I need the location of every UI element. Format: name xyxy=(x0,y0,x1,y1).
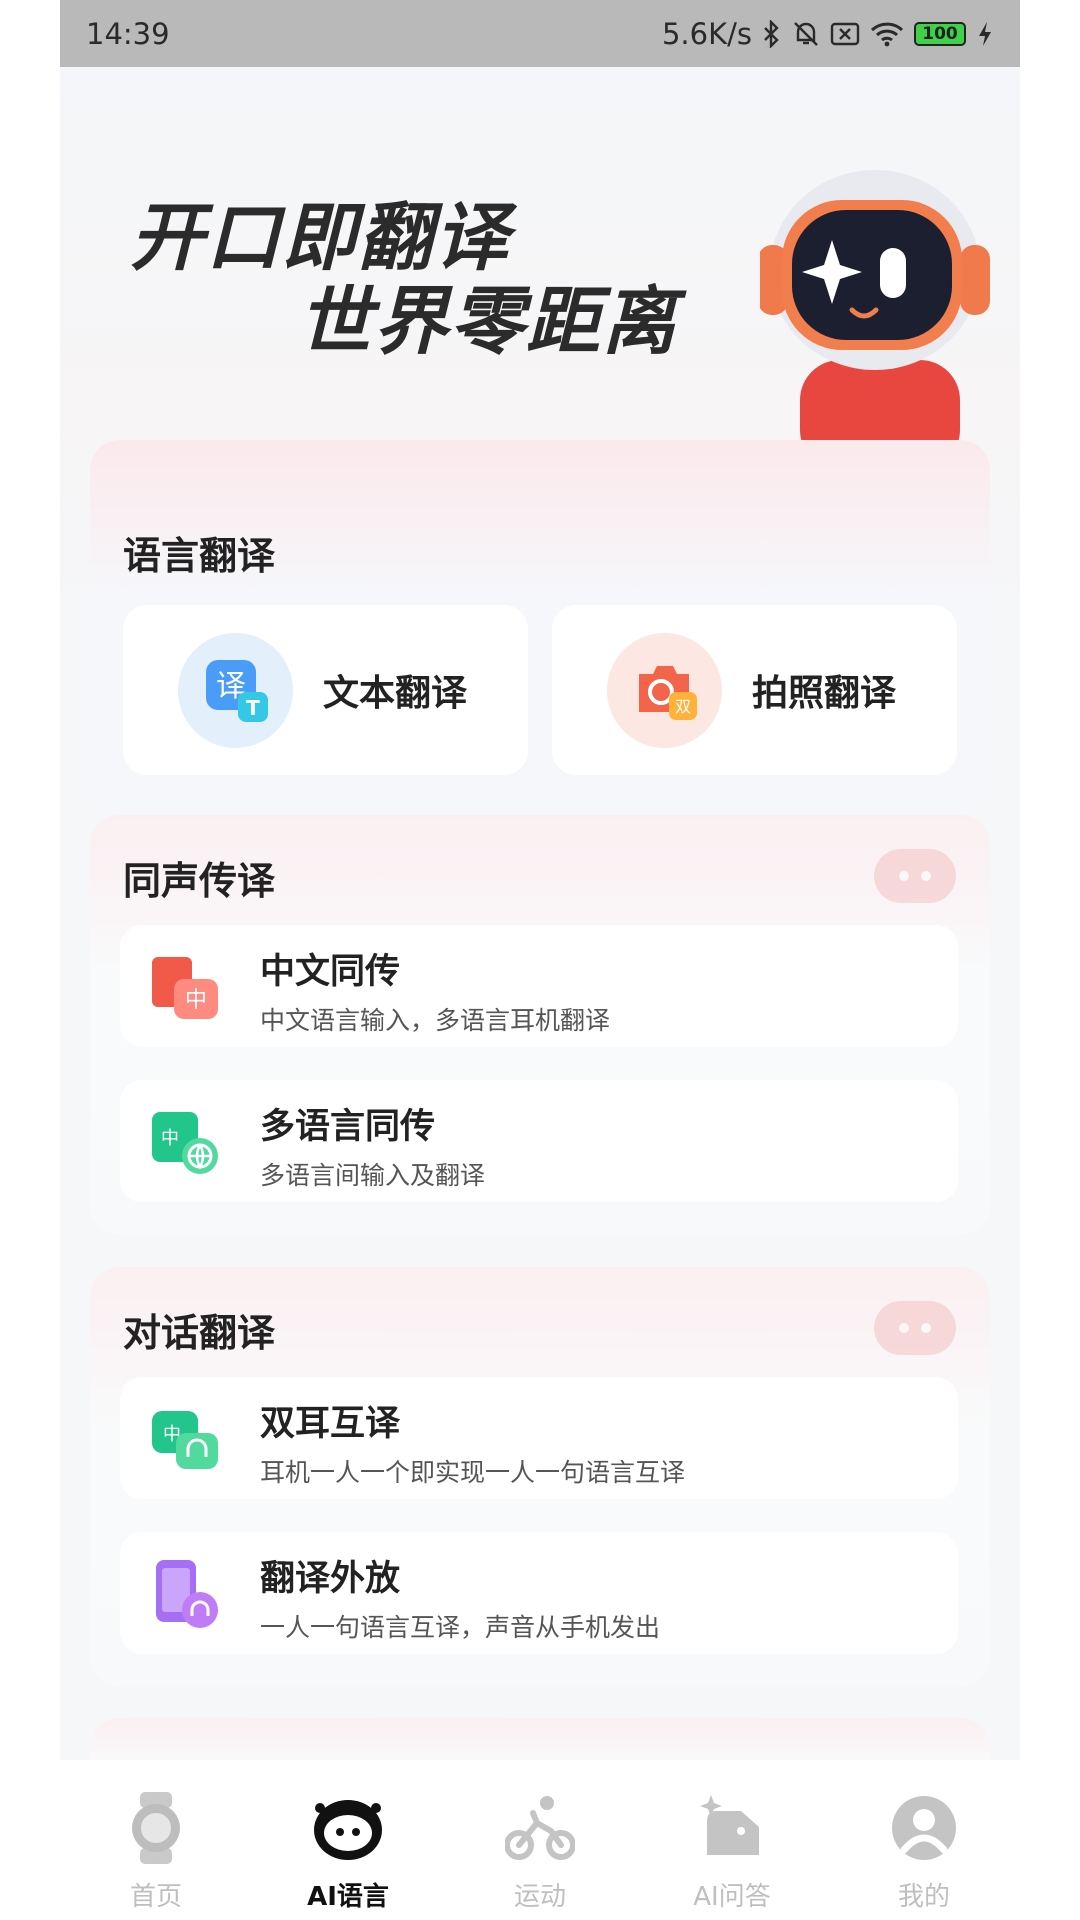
dual-earbud-icon: 中 xyxy=(152,1411,218,1469)
watch-icon xyxy=(118,1790,194,1866)
photo-translate-card[interactable]: 双 拍照翻译 xyxy=(552,605,957,775)
tab-home[interactable]: 首页 xyxy=(76,1790,236,1913)
chinese-simultaneous-icon: 中 xyxy=(152,957,218,1019)
item-title: 翻译外放 xyxy=(260,1559,401,1599)
tab-profile[interactable]: 我的 xyxy=(844,1790,1004,1913)
svg-text:双: 双 xyxy=(674,697,690,716)
camera-translate-icon: 双 xyxy=(607,632,722,748)
chat-bubble-decoration-icon xyxy=(874,849,956,903)
profile-icon xyxy=(886,1790,962,1866)
wifi-icon xyxy=(870,21,904,47)
network-speed: 5.6K/s xyxy=(661,16,752,51)
mute-bell-icon xyxy=(792,20,820,48)
text-translate-label: 文本翻译 xyxy=(323,673,468,714)
text-translate-icon: 译 T xyxy=(178,632,293,748)
item-description: 耳机一人一个即实现一人一句语言互译 xyxy=(260,1458,686,1487)
item-description: 中文语言输入，多语言耳机翻译 xyxy=(260,1006,611,1035)
language-translation-panel: 语言翻译 译 T 文本翻译 双 拍照翻译 xyxy=(90,440,990,815)
tab-label: 我的 xyxy=(897,1882,950,1912)
multilingual-simultaneous-item[interactable]: 中 多语言同传 多语言间输入及翻译 xyxy=(120,1080,958,1202)
tab-ai-qa[interactable]: AI问答 xyxy=(652,1790,812,1913)
robot-icon xyxy=(310,1790,386,1866)
multilingual-simultaneous-icon: 中 xyxy=(152,1112,218,1174)
status-icons: 5.6K/s 100 xyxy=(662,17,994,51)
speaker-translate-icon xyxy=(156,1560,218,1628)
hero-slogan-line2: 世界零距离 xyxy=(298,279,678,365)
tab-ai-language[interactable]: AI语言 xyxy=(268,1790,428,1913)
robot-mascot xyxy=(760,170,990,460)
app-screen: 14:39 5.6K/s 100 开口即翻译 世界零距离 语言翻译 译 T 文本… xyxy=(60,0,1020,1920)
item-description: 多语言间输入及翻译 xyxy=(260,1161,486,1190)
text-translate-card[interactable]: 译 T 文本翻译 xyxy=(123,605,528,775)
tab-sports[interactable]: 运动 xyxy=(460,1790,620,1913)
cycling-icon xyxy=(502,1790,578,1866)
dialogue-panel: 对话翻译 中 双耳互译 耳机一人一个即实现一人一句语言互译 翻译外放 一人一句语… xyxy=(90,1267,990,1687)
chat-bubble-decoration-icon xyxy=(874,1301,956,1355)
dual-earbud-item[interactable]: 中 双耳互译 耳机一人一个即实现一人一句语言互译 xyxy=(120,1377,958,1499)
item-title: 中文同传 xyxy=(260,952,401,992)
battery-indicator: 100 xyxy=(914,21,966,46)
item-title: 多语言同传 xyxy=(260,1107,436,1147)
bottom-tab-bar: 首页 AI语言 运动 AI问答 我的 xyxy=(60,1760,1020,1920)
item-description: 一人一句语言互译，声音从手机发出 xyxy=(260,1613,661,1642)
section-title-simultaneous: 同声传译 xyxy=(123,859,276,903)
photo-translate-label: 拍照翻译 xyxy=(752,673,897,714)
svg-text:T: T xyxy=(246,696,260,720)
svg-text:中: 中 xyxy=(161,1128,179,1149)
status-time: 14:39 xyxy=(86,16,170,51)
simultaneous-panel: 同声传译 中 中文同传 中文语言输入，多语言耳机翻译 中 多语言同传 多语言间输… xyxy=(90,815,990,1235)
tab-label: AI问答 xyxy=(693,1882,771,1912)
svg-text:中: 中 xyxy=(185,988,207,1013)
sim-off-icon xyxy=(830,21,860,47)
charging-icon xyxy=(976,20,994,48)
status-bar: 14:39 5.6K/s 100 xyxy=(60,0,1020,67)
tab-label: AI语言 xyxy=(307,1882,389,1912)
bluetooth-icon xyxy=(762,19,782,48)
section-title-language: 语言翻译 xyxy=(123,534,276,578)
section-title-dialogue: 对话翻译 xyxy=(123,1311,276,1355)
tab-label: 首页 xyxy=(129,1882,182,1912)
chat-bot-icon xyxy=(694,1790,770,1866)
speaker-translate-item[interactable]: 翻译外放 一人一句语言互译，声音从手机发出 xyxy=(120,1532,958,1654)
item-title: 双耳互译 xyxy=(260,1404,401,1444)
tab-label: 运动 xyxy=(513,1882,566,1912)
chinese-simultaneous-item[interactable]: 中 中文同传 中文语言输入，多语言耳机翻译 xyxy=(120,925,958,1047)
